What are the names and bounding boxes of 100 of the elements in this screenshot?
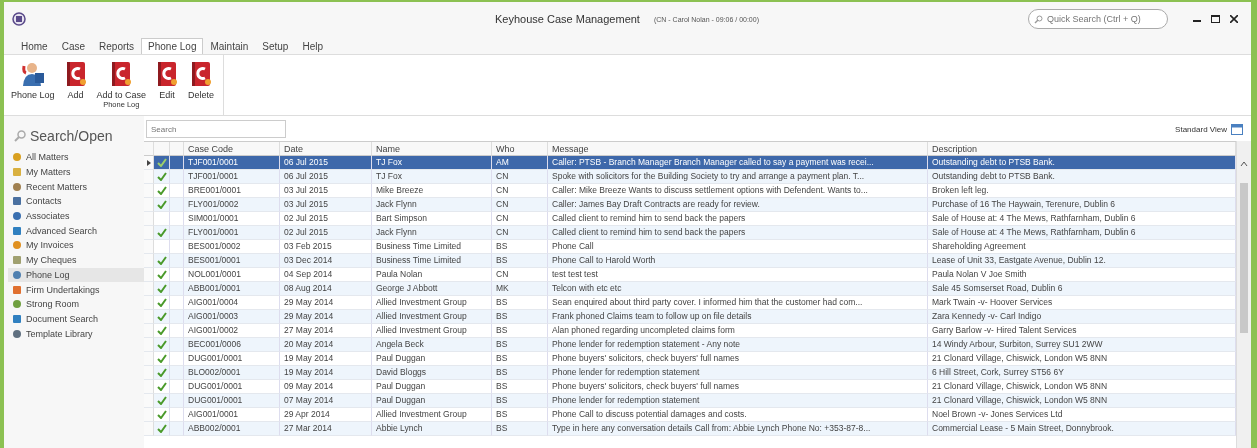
checkbox-cell[interactable] [154, 282, 170, 296]
menu-tab[interactable]: Maintain [203, 38, 256, 54]
row-indicator-cell[interactable] [144, 170, 154, 184]
view-layout-icon[interactable] [1231, 123, 1243, 135]
sidebar-item[interactable]: Advanced Search [8, 223, 144, 239]
row-indicator-cell[interactable] [144, 184, 154, 198]
row-indicator-cell[interactable] [144, 156, 154, 170]
checkbox-cell[interactable] [154, 156, 170, 170]
checkbox-cell[interactable] [154, 268, 170, 282]
menu-tab[interactable]: Reports [92, 38, 142, 54]
scroll-up-icon[interactable] [1240, 161, 1248, 167]
table-cell: Paul Duggan [372, 394, 492, 408]
checkbox-cell[interactable] [154, 170, 170, 184]
sidebar-item[interactable]: Template Library [8, 326, 144, 341]
checkbox-cell[interactable] [154, 296, 170, 310]
sidebar-item-icon [12, 299, 22, 310]
row-indicator-cell[interactable] [144, 240, 154, 254]
table-cell: Sale 45 Somserset Road, Dublin 6 [928, 282, 1236, 296]
table-cell: Zara Kennedy -v- Carl Indigo [928, 310, 1236, 324]
table-cell: Phone Call to Harold Worth [548, 254, 928, 268]
checkbox-cell[interactable] [154, 366, 170, 380]
table-cell: BEC001/0006 [184, 338, 280, 352]
checkbox-cell[interactable] [154, 310, 170, 324]
row-indicator-cell[interactable] [144, 394, 154, 408]
column-header[interactable]: Who [492, 142, 548, 156]
sidebar-item[interactable]: My Cheques [8, 252, 144, 268]
sidebar-item[interactable]: Document Search [8, 311, 144, 327]
checkbox-cell[interactable] [154, 324, 170, 338]
checkbox-cell[interactable] [154, 422, 170, 436]
row-indicator-cell[interactable] [144, 282, 154, 296]
table-cell: Commercial Lease - 5 Main Street, Donnybrook. [928, 422, 1236, 436]
row-indicator-cell[interactable] [144, 226, 154, 240]
row-indicator-cell[interactable] [144, 212, 154, 226]
menu-tab[interactable]: Home [14, 38, 55, 54]
sidebar-item[interactable]: Strong Room [8, 296, 144, 312]
table-cell: 29 Apr 2014 [280, 408, 372, 422]
sidebar-item[interactable]: All Matters [8, 150, 144, 165]
column-header[interactable]: Name [372, 142, 492, 156]
row-indicator-cell[interactable] [144, 366, 154, 380]
sidebar-item[interactable]: Recent Matters [8, 179, 144, 195]
checkbox-cell[interactable] [154, 184, 170, 198]
sidebar-item[interactable]: Contacts [8, 194, 144, 209]
ribbon-button[interactable]: Delete [185, 59, 218, 102]
ribbon-button[interactable]: Edit [153, 59, 182, 102]
row-indicator-cell[interactable] [144, 254, 154, 268]
sidebar-item[interactable]: Firm Undertakings [8, 282, 144, 297]
column-header[interactable]: Date [280, 142, 372, 156]
scrollbar-thumb[interactable] [1240, 183, 1248, 333]
grid-search-field[interactable]: Search [146, 120, 286, 138]
column-header[interactable]: Description [928, 142, 1236, 156]
row-indicator-cell[interactable] [144, 310, 154, 324]
maximize-icon [1211, 15, 1220, 23]
sidebar-item-icon [12, 181, 22, 192]
table-cell: Sale of House at: 4 The Mews, Rathfarnham, Dublin 6 [928, 212, 1236, 226]
checkbox-cell[interactable] [154, 212, 170, 226]
table-cell: Sale of House at: 4 The Mews, Rathfarnham, Dublin 6 [928, 226, 1236, 240]
quick-search-field[interactable]: Quick Search (Ctrl + Q) [1028, 9, 1168, 29]
table-cell: Angela Beck [372, 338, 492, 352]
table-cell: test test test [548, 268, 928, 282]
row-indicator-cell[interactable] [144, 380, 154, 394]
row-indicator-cell[interactable] [144, 408, 154, 422]
checkbox-cell[interactable] [154, 226, 170, 240]
column-header[interactable]: Message [548, 142, 928, 156]
table-cell: Purchase of 16 The Haywain, Terenure, Dublin 6 [928, 198, 1236, 212]
checkbox-cell[interactable] [154, 240, 170, 254]
row-indicator-cell[interactable] [144, 198, 154, 212]
menu-tab[interactable]: Case [54, 38, 93, 54]
table-cell: BS [492, 366, 548, 380]
checkbox-cell[interactable] [154, 408, 170, 422]
checkbox-cell[interactable] [154, 352, 170, 366]
menu-tab[interactable]: Setup [255, 38, 296, 54]
row-indicator-cell[interactable] [144, 324, 154, 338]
app-logo-icon [12, 12, 26, 26]
checkbox-cell[interactable] [154, 380, 170, 394]
row-indicator-cell[interactable] [144, 422, 154, 436]
menu-tab[interactable]: Phone Log [141, 38, 204, 54]
sidebar-item[interactable]: Phone Log [8, 267, 144, 283]
sidebar-item[interactable]: Associates [8, 208, 144, 224]
checkbox-cell[interactable] [154, 254, 170, 268]
row-indicator-cell[interactable] [144, 296, 154, 310]
sidebar-item[interactable]: My Invoices [8, 238, 144, 253]
table-cell: BS [492, 408, 548, 422]
ribbon-button[interactable]: Phone Log [8, 59, 58, 102]
table-cell: 03 Dec 2014 [280, 254, 372, 268]
table-cell [170, 268, 184, 282]
menu-tab[interactable]: Help [295, 38, 330, 54]
checkbox-cell[interactable] [154, 198, 170, 212]
row-indicator-cell[interactable] [144, 352, 154, 366]
column-header[interactable]: Case Code [184, 142, 280, 156]
table-cell: AIG001/0002 [184, 324, 280, 338]
checkbox-cell[interactable] [154, 338, 170, 352]
table-cell: Frank phoned Claims team to follow up on file details [548, 310, 928, 324]
table-cell: 03 Jul 2015 [280, 184, 372, 198]
row-indicator-cell[interactable] [144, 338, 154, 352]
row-indicator-cell[interactable] [144, 268, 154, 282]
person-phone-icon [19, 61, 46, 87]
ribbon-button[interactable]: Add [61, 59, 90, 102]
check-icon [156, 326, 167, 335]
sidebar-item[interactable]: My Matters [8, 164, 144, 180]
checkbox-cell[interactable] [154, 394, 170, 408]
